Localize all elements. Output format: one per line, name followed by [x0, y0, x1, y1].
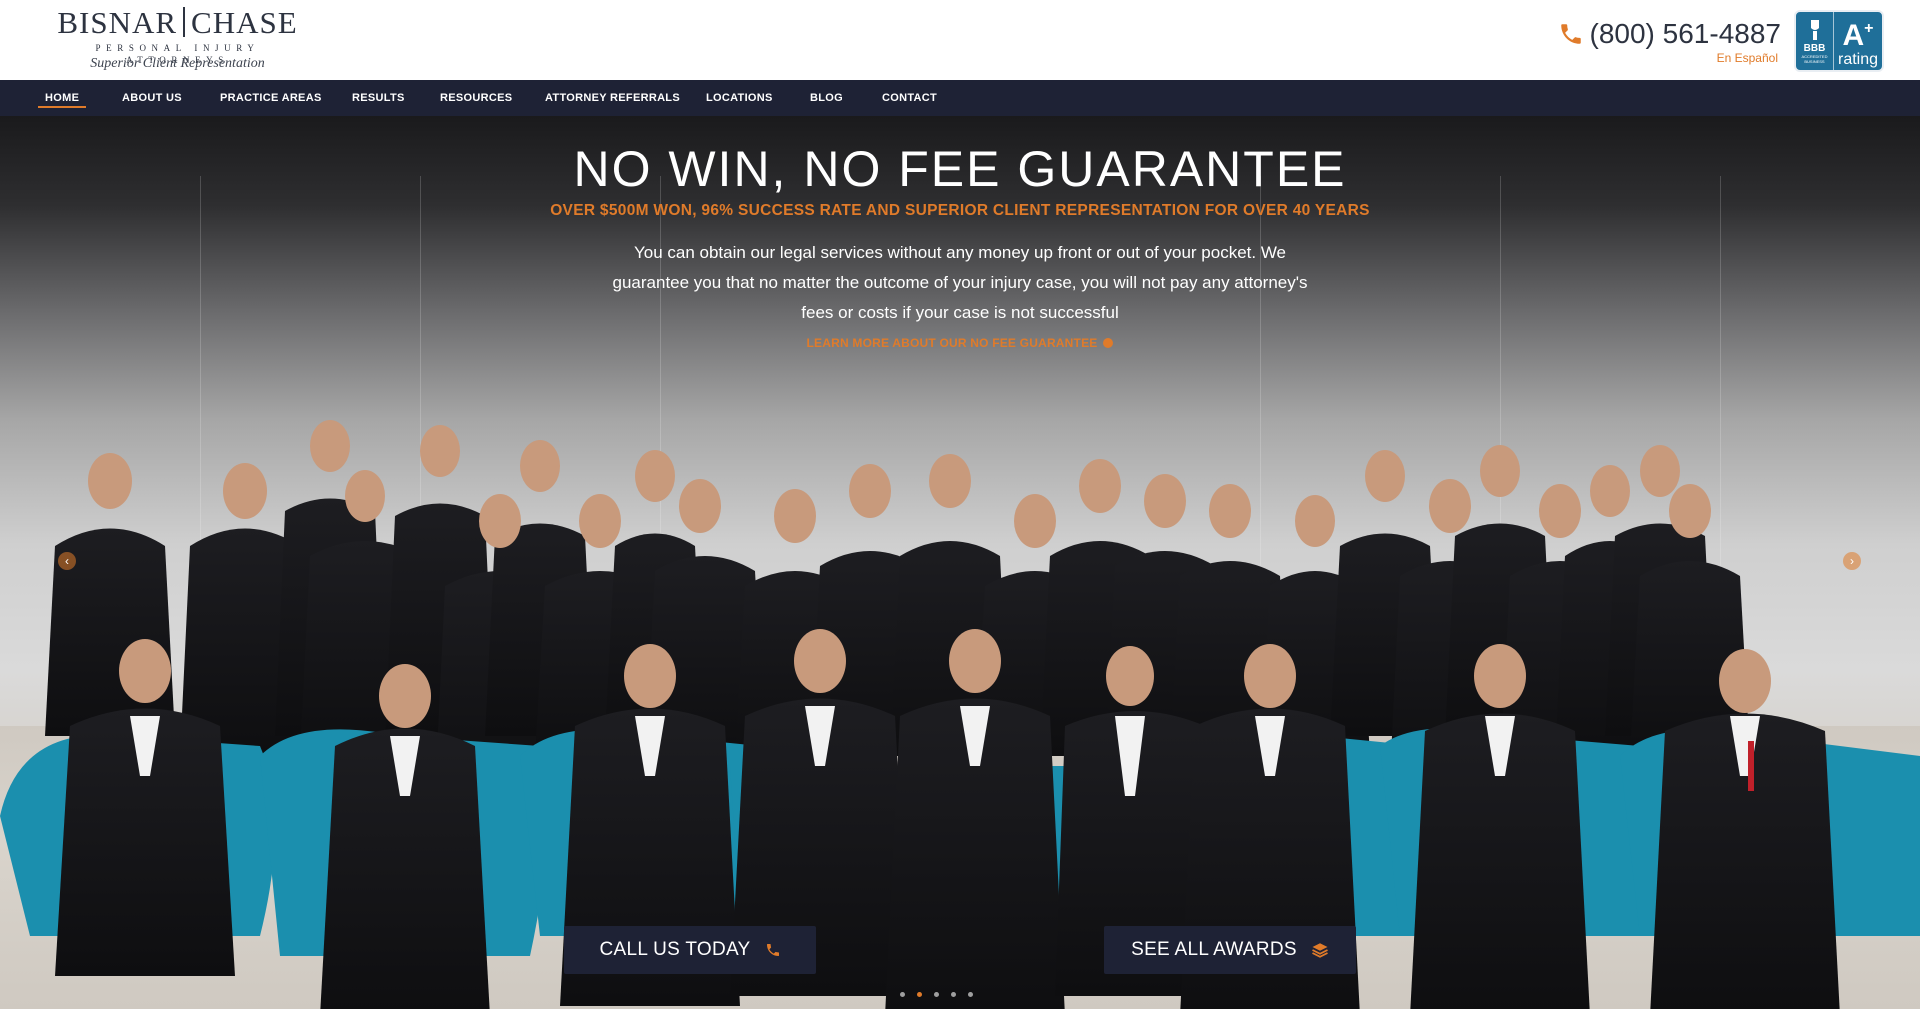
see-all-awards-button[interactable]: SEE ALL AWARDS: [1104, 926, 1356, 974]
bbb-grade: A+: [1842, 14, 1873, 51]
nav-item-contact[interactable]: CONTACT: [882, 80, 937, 116]
see-all-awards-label: SEE ALL AWARDS: [1131, 939, 1297, 960]
hero-slider: NO WIN, NO FEE GUARANTEE OVER $500M WON,…: [0, 116, 1920, 1009]
nav-item-locations[interactable]: LOCATIONS: [706, 80, 773, 116]
slider-pagination: [900, 992, 973, 997]
bbb-word: BBB: [1803, 42, 1826, 54]
layers-icon: [1311, 943, 1328, 958]
hero-description: You can obtain our legal services withou…: [612, 243, 1308, 322]
hero-title: NO WIN, NO FEE GUARANTEE: [573, 141, 1347, 197]
phone-icon: [1560, 24, 1581, 44]
slider-dot[interactable]: [968, 992, 973, 997]
bbb-logo: BBB ACCREDITED BUSINESS: [1796, 12, 1834, 70]
bbb-rating-label: rating: [1837, 51, 1879, 68]
nav-item-practice-areas[interactable]: PRACTICE AREAS: [220, 80, 322, 116]
call-us-today-button[interactable]: CALL US TODAY: [564, 926, 816, 974]
logo-name-right: CHASE: [191, 5, 298, 40]
nav-item-resources[interactable]: RESOURCES: [440, 80, 512, 116]
arrow-right-icon[interactable]: ›: [1843, 552, 1861, 570]
nav-item-results[interactable]: RESULTS: [352, 80, 405, 116]
slider-dot-active[interactable]: [917, 992, 922, 997]
spanish-link[interactable]: En Español: [1717, 51, 1778, 65]
bbb-grade-plus: +: [1864, 20, 1874, 37]
site-header: BISNAR CHASE PERSONAL INJURY ATTORNEYS Su…: [0, 0, 1920, 80]
circle-arrow-icon: [1103, 338, 1114, 348]
nav-item-home[interactable]: HOME: [37, 80, 87, 116]
no-fee-guarantee-link[interactable]: LEARN MORE ABOUT OUR NO FEE GUARANTEE: [0, 335, 1920, 351]
no-fee-guarantee-link-label: LEARN MORE ABOUT OUR NO FEE GUARANTEE: [806, 336, 1098, 350]
hero-subtitle: OVER $500M WON, 96% SUCCESS RATE AND SUP…: [550, 202, 1370, 219]
phone-number: (800) 561-4887: [1589, 18, 1781, 49]
site-logo[interactable]: BISNAR CHASE PERSONAL INJURY ATTORNEYS Su…: [45, 6, 315, 76]
logo-separator: [183, 7, 186, 37]
slider-dot[interactable]: [951, 992, 956, 997]
logo-name-left: BISNAR: [57, 5, 178, 40]
logo-wordmark: BISNAR CHASE: [45, 6, 310, 40]
slider-dot[interactable]: [934, 992, 939, 997]
phone-icon: [766, 944, 779, 956]
nav-item-attorney-referrals[interactable]: ATTORNEY REFERRALS: [545, 80, 680, 116]
bbb-grade-letter: A: [1842, 19, 1865, 52]
arrow-left-icon[interactable]: ‹: [58, 552, 76, 570]
main-nav: HOME ABOUT US PRACTICE AREAS RESULTS RES…: [0, 80, 1920, 116]
call-us-today-label: CALL US TODAY: [599, 939, 751, 960]
bbb-rating-block: A+ rating: [1834, 12, 1882, 70]
nav-item-about-us[interactable]: ABOUT US: [122, 80, 182, 116]
nav-item-blog[interactable]: BLOG: [810, 80, 843, 116]
logo-tagline: Superior Client Representation: [90, 56, 265, 71]
bbb-torch-icon: [1810, 19, 1819, 40]
slider-dot[interactable]: [900, 992, 905, 997]
header-phone[interactable]: (800) 561-4887: [1558, 14, 1781, 54]
bbb-badge[interactable]: BBB ACCREDITED BUSINESS A+ rating: [1794, 10, 1884, 72]
bbb-accredited: ACCREDITED BUSINESS: [1801, 53, 1828, 64]
